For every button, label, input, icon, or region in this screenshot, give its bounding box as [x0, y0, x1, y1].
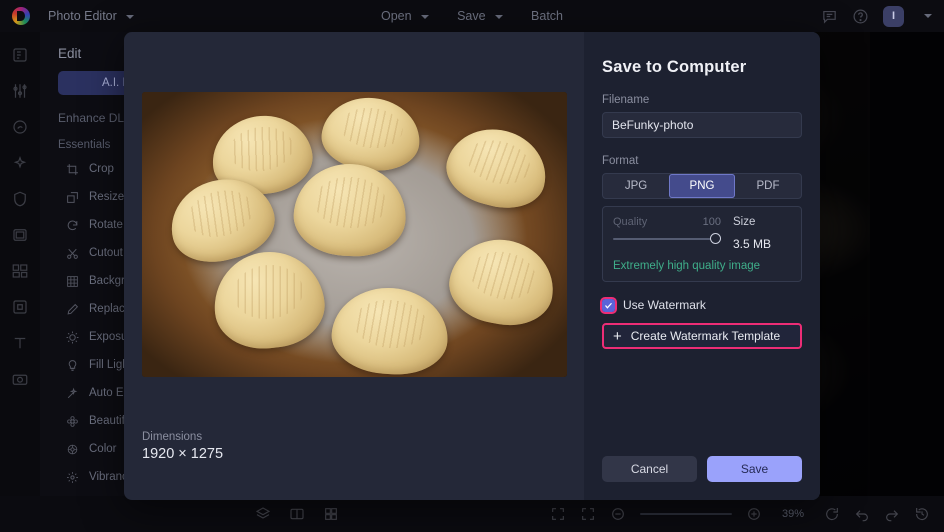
camera-icon[interactable]: [11, 370, 29, 388]
nav-open-label: Open: [380, 9, 412, 23]
chevron-down-icon: [421, 14, 430, 19]
wand-icon: [67, 387, 78, 398]
sliders-icon[interactable]: [11, 82, 29, 100]
format-option-pdf[interactable]: PDF: [735, 174, 801, 198]
nav-save-label: Save: [457, 9, 486, 23]
flower-icon: [67, 415, 78, 427]
size-group: Size 3.5 MB: [733, 216, 791, 251]
chat-bubble-icon[interactable]: [821, 8, 838, 25]
grid-icon[interactable]: [323, 506, 339, 522]
zoom-slider[interactable]: [640, 513, 732, 515]
top-bar: Photo Editor Open Save Batch I: [0, 0, 944, 32]
scissors-icon: [67, 248, 78, 259]
redo-icon[interactable]: [884, 506, 900, 522]
rotate-icon: [67, 220, 78, 230]
nav-batch[interactable]: Batch: [531, 9, 563, 23]
graphic-icon[interactable]: [11, 298, 29, 316]
bottom-right-tools: 39%: [550, 506, 930, 522]
checker-icon: [67, 275, 78, 287]
dialog-settings-pane: Save to Computer Filename Format JPG PNG…: [584, 32, 820, 500]
quality-note: Extremely high quality image: [613, 260, 761, 272]
image-edit-icon[interactable]: [11, 46, 29, 64]
dimensions-label: Dimensions: [142, 431, 203, 443]
quality-size-row: Quality 100 Size 3.5 MB: [613, 216, 791, 251]
stamp-icon[interactable]: [11, 118, 29, 136]
filename-label: Filename: [602, 94, 650, 106]
tool-label: Rotate: [89, 219, 123, 231]
resize-icon: [67, 191, 78, 203]
zoom-percent: 39%: [781, 508, 805, 520]
shield-icon[interactable]: [11, 190, 29, 208]
format-option-jpg[interactable]: JPG: [603, 174, 669, 198]
brush-icon: [67, 303, 79, 314]
nav-open[interactable]: Open: [380, 9, 430, 23]
save-to-computer-dialog: Dimensions 1920 × 1275 Save to Computer …: [124, 32, 820, 500]
bottom-left-tools: [255, 506, 339, 522]
quality-slider[interactable]: [613, 232, 721, 246]
dialog-preview-pane: Dimensions 1920 × 1275: [124, 32, 584, 500]
layers-icon[interactable]: [255, 506, 271, 522]
format-option-png[interactable]: PNG: [669, 174, 735, 198]
dialog-actions: Cancel Save: [602, 456, 802, 482]
help-circle-icon[interactable]: [852, 8, 869, 25]
quality-label: Quality: [613, 216, 648, 228]
actual-size-icon[interactable]: [580, 506, 596, 522]
format-label: Format: [602, 155, 639, 167]
tool-label: Color: [89, 443, 117, 455]
top-nav: Open Save Batch: [0, 9, 944, 23]
undo-icon[interactable]: [854, 506, 870, 522]
quality-value: 100: [702, 216, 721, 228]
size-value: 3.5 MB: [733, 237, 772, 251]
chevron-down-icon: [495, 14, 504, 19]
zoom-in-icon[interactable]: [746, 506, 762, 522]
size-label: Size: [733, 216, 756, 228]
image-preview: [142, 92, 567, 377]
quality-size-box: Quality 100 Size 3.5 MB Extremely high q…: [602, 206, 802, 282]
vibrance-icon: [67, 471, 78, 483]
format-label-jpg: JPG: [624, 180, 648, 192]
tool-label: Cutout: [89, 247, 123, 259]
sparkle-icon[interactable]: [11, 154, 29, 172]
slider-knob[interactable]: [710, 233, 721, 244]
dialog-title: Save to Computer: [602, 58, 747, 76]
crop-icon: [67, 163, 78, 175]
format-label-pdf: PDF: [756, 180, 780, 192]
use-watermark-checkbox[interactable]: [600, 296, 617, 314]
history-icon[interactable]: [914, 506, 930, 522]
format-label-png: PNG: [689, 180, 715, 192]
dimensions-block: Dimensions 1920 × 1275: [142, 431, 223, 462]
quality-group: Quality 100: [613, 216, 733, 251]
create-watermark-template-button[interactable]: + Create Watermark Template: [602, 323, 802, 349]
save-button[interactable]: Save: [707, 456, 802, 482]
use-watermark-row[interactable]: Use Watermark: [600, 296, 802, 314]
cancel-button[interactable]: Cancel: [602, 456, 697, 482]
photo-editor-app: Photo Editor Open Save Batch I Edit A.I.…: [0, 0, 944, 532]
frame-icon[interactable]: [11, 226, 29, 244]
compare-icon[interactable]: [289, 506, 305, 522]
plus-icon: +: [613, 327, 622, 345]
tool-label: Crop: [89, 163, 114, 175]
slider-track: [613, 238, 721, 240]
quality-header: Quality 100: [613, 216, 733, 228]
reset-icon[interactable]: [824, 506, 840, 522]
watermark-section: Use Watermark + Create Watermark Templat…: [600, 296, 802, 349]
text-icon[interactable]: [11, 334, 29, 352]
fit-screen-icon[interactable]: [550, 506, 566, 522]
nav-batch-label: Batch: [531, 9, 564, 23]
filename-input[interactable]: [602, 112, 802, 138]
dimensions-value: 1920 × 1275: [142, 446, 224, 462]
bottom-bar: 39%: [0, 496, 944, 532]
nav-save[interactable]: Save: [457, 9, 504, 23]
tool-label: Resize: [89, 191, 125, 203]
check-icon: [605, 302, 612, 309]
color-wheel-icon: [67, 444, 78, 454]
left-icon-rail: [0, 32, 40, 496]
format-toggle-group: JPG PNG PDF: [602, 173, 802, 199]
collage-icon[interactable]: [11, 262, 29, 280]
bulb-icon: [68, 359, 77, 371]
create-watermark-template-label: Create Watermark Template: [630, 329, 781, 343]
use-watermark-label: Use Watermark: [623, 298, 706, 312]
zoom-out-icon[interactable]: [610, 506, 626, 522]
brightness-icon: [66, 331, 79, 343]
